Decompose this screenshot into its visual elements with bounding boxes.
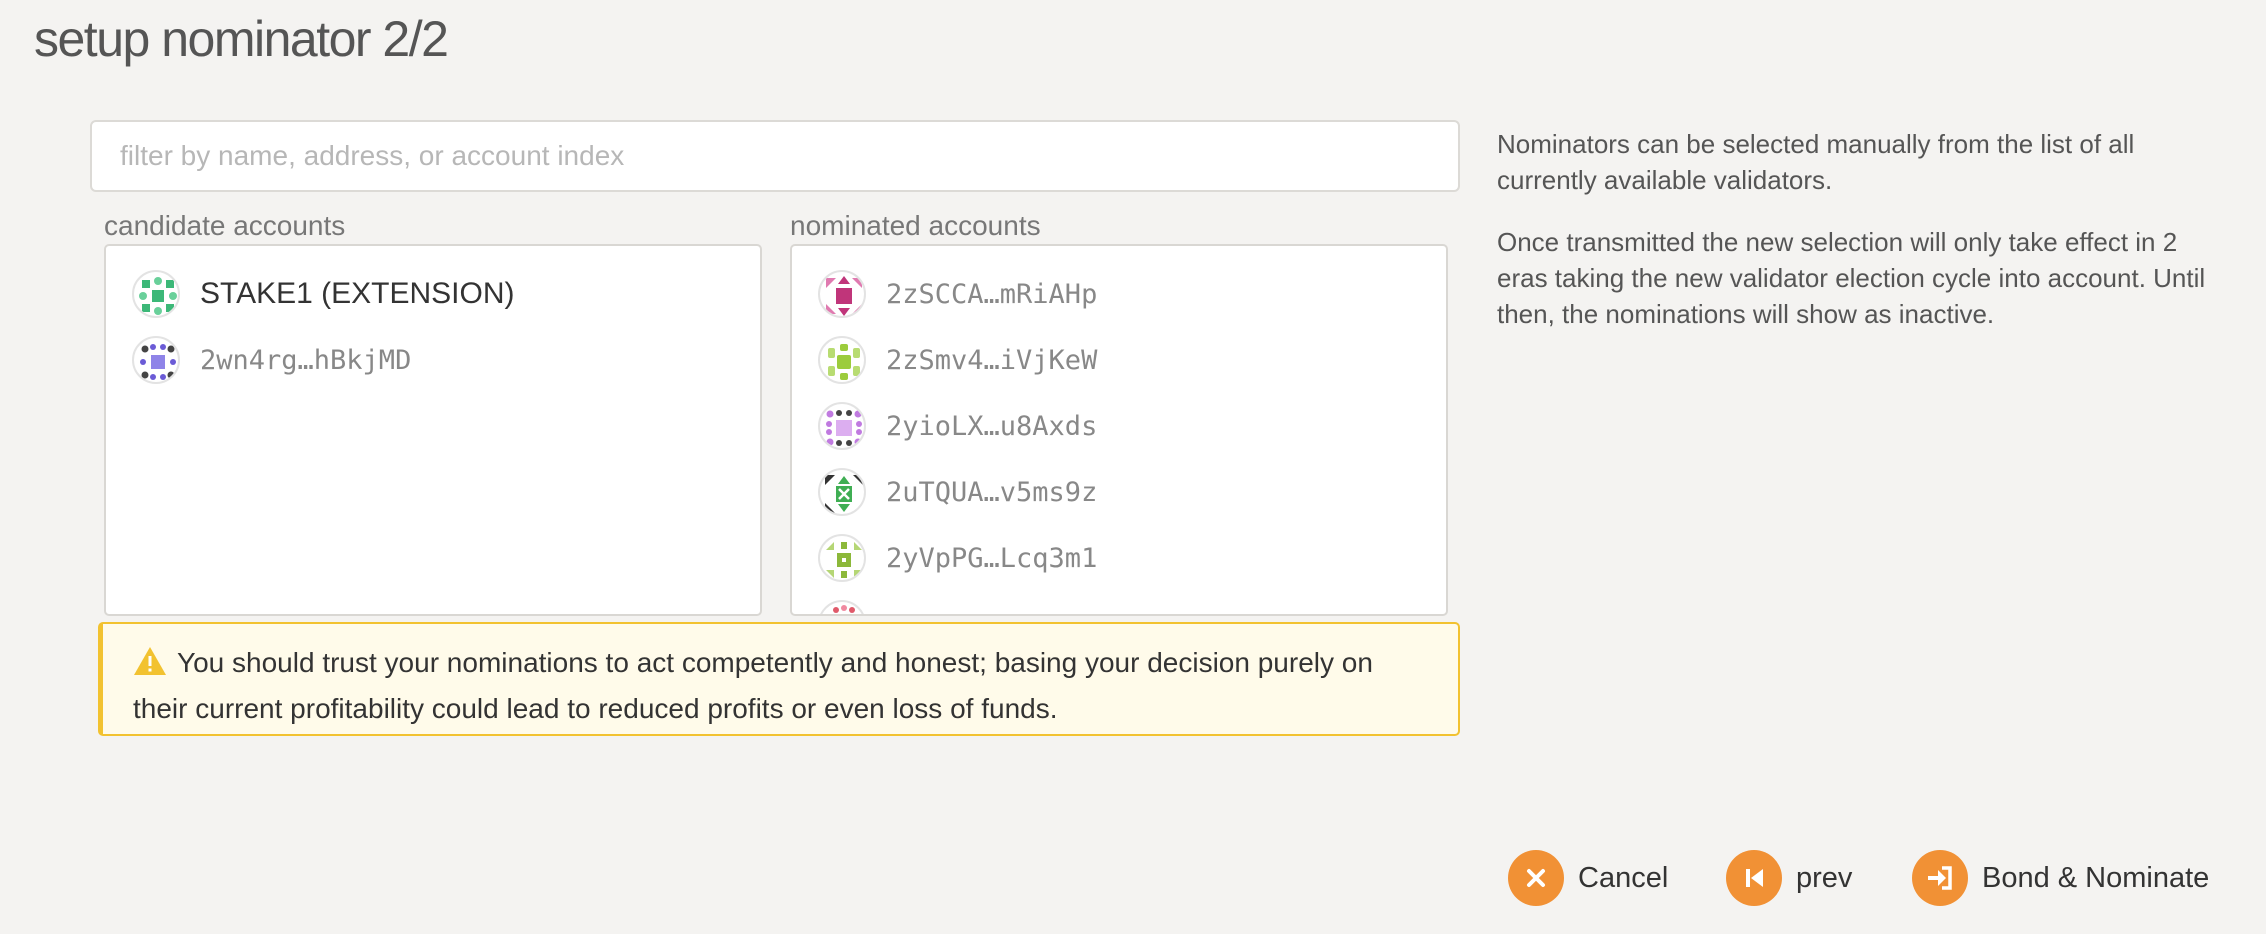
warning-icon [133,646,167,688]
list-item[interactable]: 2yVpPG…Lcq3m1 [818,530,1097,586]
cancel-label: Cancel [1578,861,1669,894]
prev-button[interactable]: prev [1726,850,1852,906]
candidate-accounts-label: candidate accounts [104,210,346,241]
list-item[interactable]: 2uTQUA…v5ms9z [818,464,1097,520]
help-text-selection: Nominators can be selected manually from… [1497,129,2135,195]
help-text-eras: Once transmitted the new selection will … [1497,227,2206,329]
account-address: 2zSCCA…mRiAHp [886,278,1098,310]
account-address: 2zSmv4…iVjKeW [886,344,1098,376]
cancel-button[interactable]: Cancel [1508,850,1668,906]
candidate-accounts-list[interactable]: STAKE1 (EXTENSION) 2wn4rg…hBkjMD [104,244,762,616]
nominated-accounts-list[interactable]: 2zSCCA…mRiAHp 2zSmv4…iVjKeW 2yioLX…u8Axd… [790,244,1448,616]
step-backward-icon [1726,850,1782,906]
identicon-icon [132,336,180,384]
list-item[interactable]: 2zSmv4…iVjKeW [818,332,1097,388]
sign-in-icon [1912,850,1968,906]
filter-input[interactable] [90,120,1460,192]
identicon-icon [818,336,866,384]
account-address: 2yioLX…u8Axds [886,410,1098,442]
identicon-icon [818,534,866,582]
close-icon [1508,850,1564,906]
account-name: STAKE1 (EXTENSION) [200,277,515,310]
identicon-icon [818,468,866,516]
list-item[interactable]: STAKE1 (EXTENSION) [132,266,515,322]
account-address: 2wn4rg…hBkjMD [200,344,412,376]
identicon-icon [818,600,866,614]
list-item[interactable]: 2wn4rg…hBkjMD [132,332,411,388]
identicon-icon [132,270,180,318]
warning-banner: You should trust your nominations to act… [98,622,1460,736]
warning-text: You should trust your nominations to act… [133,647,1373,724]
nominated-accounts-label: nominated accounts [790,210,1041,241]
account-address: 2yVpPG…Lcq3m1 [886,542,1098,574]
list-item[interactable]: 2yioLX…u8Axds [818,398,1097,454]
bond-nominate-button[interactable]: Bond & Nominate [1912,850,2209,906]
account-address: 2uTQUA…v5ms9z [886,476,1098,508]
list-item[interactable] [818,596,866,614]
identicon-icon [818,402,866,450]
list-item[interactable]: 2zSCCA…mRiAHp [818,266,1097,322]
page-title: setup nominator 2/2 [34,11,449,67]
bond-nominate-label: Bond & Nominate [1982,861,2210,894]
identicon-icon [818,270,866,318]
prev-label: prev [1796,861,1853,894]
